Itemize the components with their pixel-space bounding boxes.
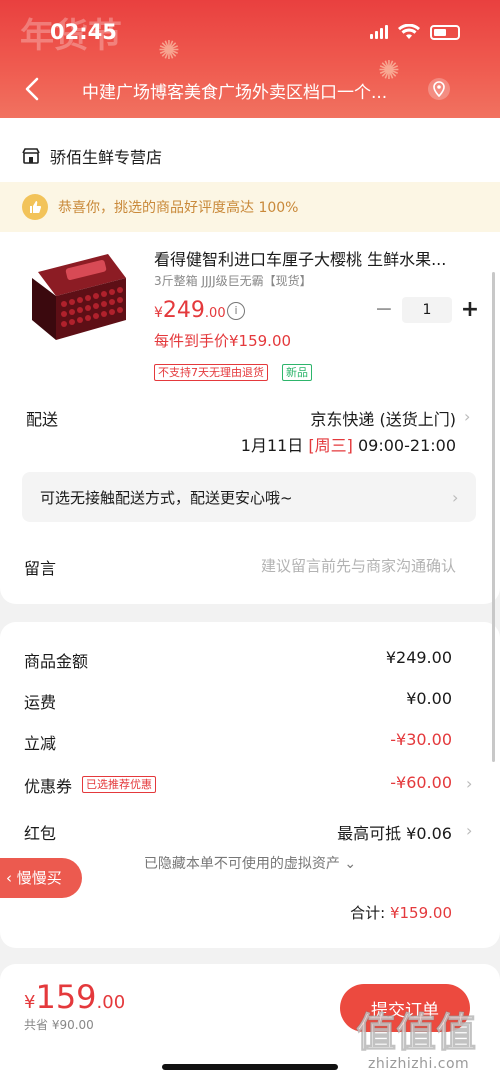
slow-buy-button[interactable]: ‹ 慢慢买 [0,858,82,898]
total-label: 合计: [350,904,390,922]
decrease-button[interactable]: − [374,297,394,323]
contactless-delivery-option[interactable]: 可选无接触配送方式，配送更安心哦~ [22,472,476,522]
product-image[interactable] [30,248,132,342]
price-decimal: .00 [204,306,226,321]
saved-amount: 共省 ¥90.00 [24,1018,94,1032]
coupon-label: 优惠券 [24,777,73,796]
product-spec: 3斤整箱 JJJJ级巨无霸【现货】 [154,274,312,288]
chevron-right-icon[interactable]: › [466,774,472,793]
shop-header[interactable]: 骄佰生鲜专营店 [22,144,162,168]
increase-button[interactable]: + [460,297,480,323]
thumbs-up-icon [22,194,48,220]
home-indicator[interactable] [162,1064,338,1070]
chevron-right-icon[interactable]: › [464,407,470,426]
total-value: ¥159.00 [389,904,452,922]
back-icon[interactable] [22,76,44,102]
delivery-weekday: [周三] [308,436,353,455]
product-price: ¥ 249 .00 [154,298,226,323]
store-icon [22,148,40,164]
delivery-address[interactable]: 中建广场博客美食广场外卖区档口一个... [82,78,418,103]
status-time: 02:45 [50,20,117,44]
battery-icon [430,24,460,40]
no-return-tag: 不支持7天无理由退货 [154,364,268,381]
status-icons [370,24,460,40]
discount-label: 立减 [24,734,57,753]
rating-text: 恭喜你，挑选的商品好评度高达 100% [58,200,299,216]
checkout-price-decimal: .00 [96,992,126,1013]
delivery-date: 1月11日 [240,436,304,455]
svg-text:值值值: 值值值 [356,1010,476,1056]
product-title[interactable]: 看得健智利进口车厘子大樱桃 生鲜水果... [154,246,470,270]
signal-icon [370,25,388,39]
coupon-value[interactable]: -¥60.00 [390,773,452,792]
coupon-recommend-tag: 已选推荐优惠 [82,776,156,793]
goods-amount-value: ¥249.00 [385,648,452,667]
quantity-stepper: − 1 + [374,297,480,323]
chevron-right-icon[interactable]: › [452,488,458,507]
discount-value: -¥30.00 [390,730,452,749]
rating-banner: 恭喜你，挑选的商品好评度高达 100% [0,182,500,232]
header: 年货节 ✺ ✺ 02:45 中建广场博客美食广场外卖区档口一个... [0,0,500,118]
checkout-currency: ¥ [24,992,36,1013]
delivery-time[interactable]: 1月11日 [周三] 09:00-21:00 [241,432,456,456]
info-icon[interactable]: i [227,302,245,320]
red-packet-value[interactable]: 最高可抵 ¥0.06 [337,820,452,844]
shipping-value: ¥0.00 [406,689,452,708]
price-currency: ¥ [154,305,163,321]
scrollbar[interactable] [492,272,495,762]
unit-final-price: 每件到手价¥159.00 [154,332,292,350]
delivery-method[interactable]: 京东快递 (送货上门) [310,406,456,430]
location-icon[interactable] [428,78,450,100]
goods-amount-label: 商品金额 [24,652,89,671]
price-integer: 249 [162,298,205,323]
new-product-tag: 新品 [282,364,312,381]
red-packet-label: 红包 [24,824,57,843]
order-total: 合计: ¥159.00 [350,902,452,923]
shipping-label: 运费 [24,693,57,712]
delivery-time-range: 09:00-21:00 [358,436,456,455]
shop-name: 骄佰生鲜专营店 [50,148,163,167]
watermark-text: zhizhizhi.com [368,1056,470,1072]
chevron-right-icon[interactable]: › [466,821,472,840]
checkout-price: ¥ 159 .00 [24,978,125,1016]
wifi-icon [398,24,420,39]
checkout-price-integer: 159 [35,978,97,1016]
quantity-input[interactable]: 1 [402,297,452,323]
delivery-label: 配送 [26,410,59,429]
contactless-text: 可选无接触配送方式，配送更安心哦~ [40,489,293,507]
firework-decoration: ✺ [158,36,180,66]
note-input[interactable]: 建议留言前先与商家沟通确认 [261,555,456,576]
note-label: 留言 [24,559,57,578]
